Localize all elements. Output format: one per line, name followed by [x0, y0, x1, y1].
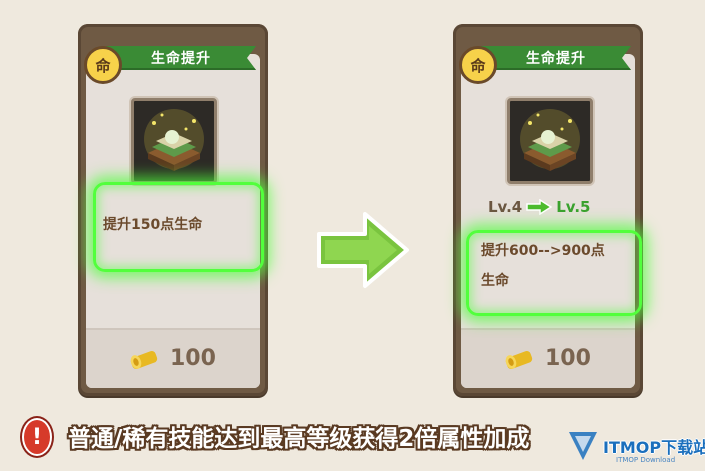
price-value: 100: [545, 346, 591, 371]
card-title-ribbon: 生命提升: [481, 46, 631, 70]
skill-book-icon[interactable]: [507, 98, 593, 184]
level-change: Lv.4 Lv.5: [488, 198, 591, 216]
skill-book-icon[interactable]: [131, 98, 217, 184]
skill-book-art: [144, 109, 204, 171]
level-from: Lv.4: [488, 198, 523, 216]
watermark-subtext: ITMOP Download: [616, 456, 676, 464]
upgrade-arrow-icon: [317, 212, 409, 288]
watermark-text: ITMOP下载站: [603, 438, 705, 457]
gold-coins-icon: [130, 351, 158, 369]
notice-text: 普通/稀有技能达到最高等级获得2倍属性加成: [68, 426, 530, 452]
level-arrow-icon: [526, 199, 553, 215]
price-value: 100: [170, 346, 216, 371]
life-badge-icon: 命: [459, 46, 497, 84]
effect-description: 提升150点生命: [103, 217, 203, 233]
exclamation-icon: !: [22, 418, 52, 456]
card-title-ribbon: 生命提升: [106, 46, 256, 70]
effect-description-line2: 生命: [481, 273, 509, 289]
effect-description-line1: 提升600-->900点: [481, 243, 605, 259]
life-badge-icon: 命: [84, 46, 122, 84]
skill-book-art: [520, 109, 580, 171]
level-to: Lv.5: [556, 198, 591, 216]
gold-coins-icon: [505, 351, 533, 369]
